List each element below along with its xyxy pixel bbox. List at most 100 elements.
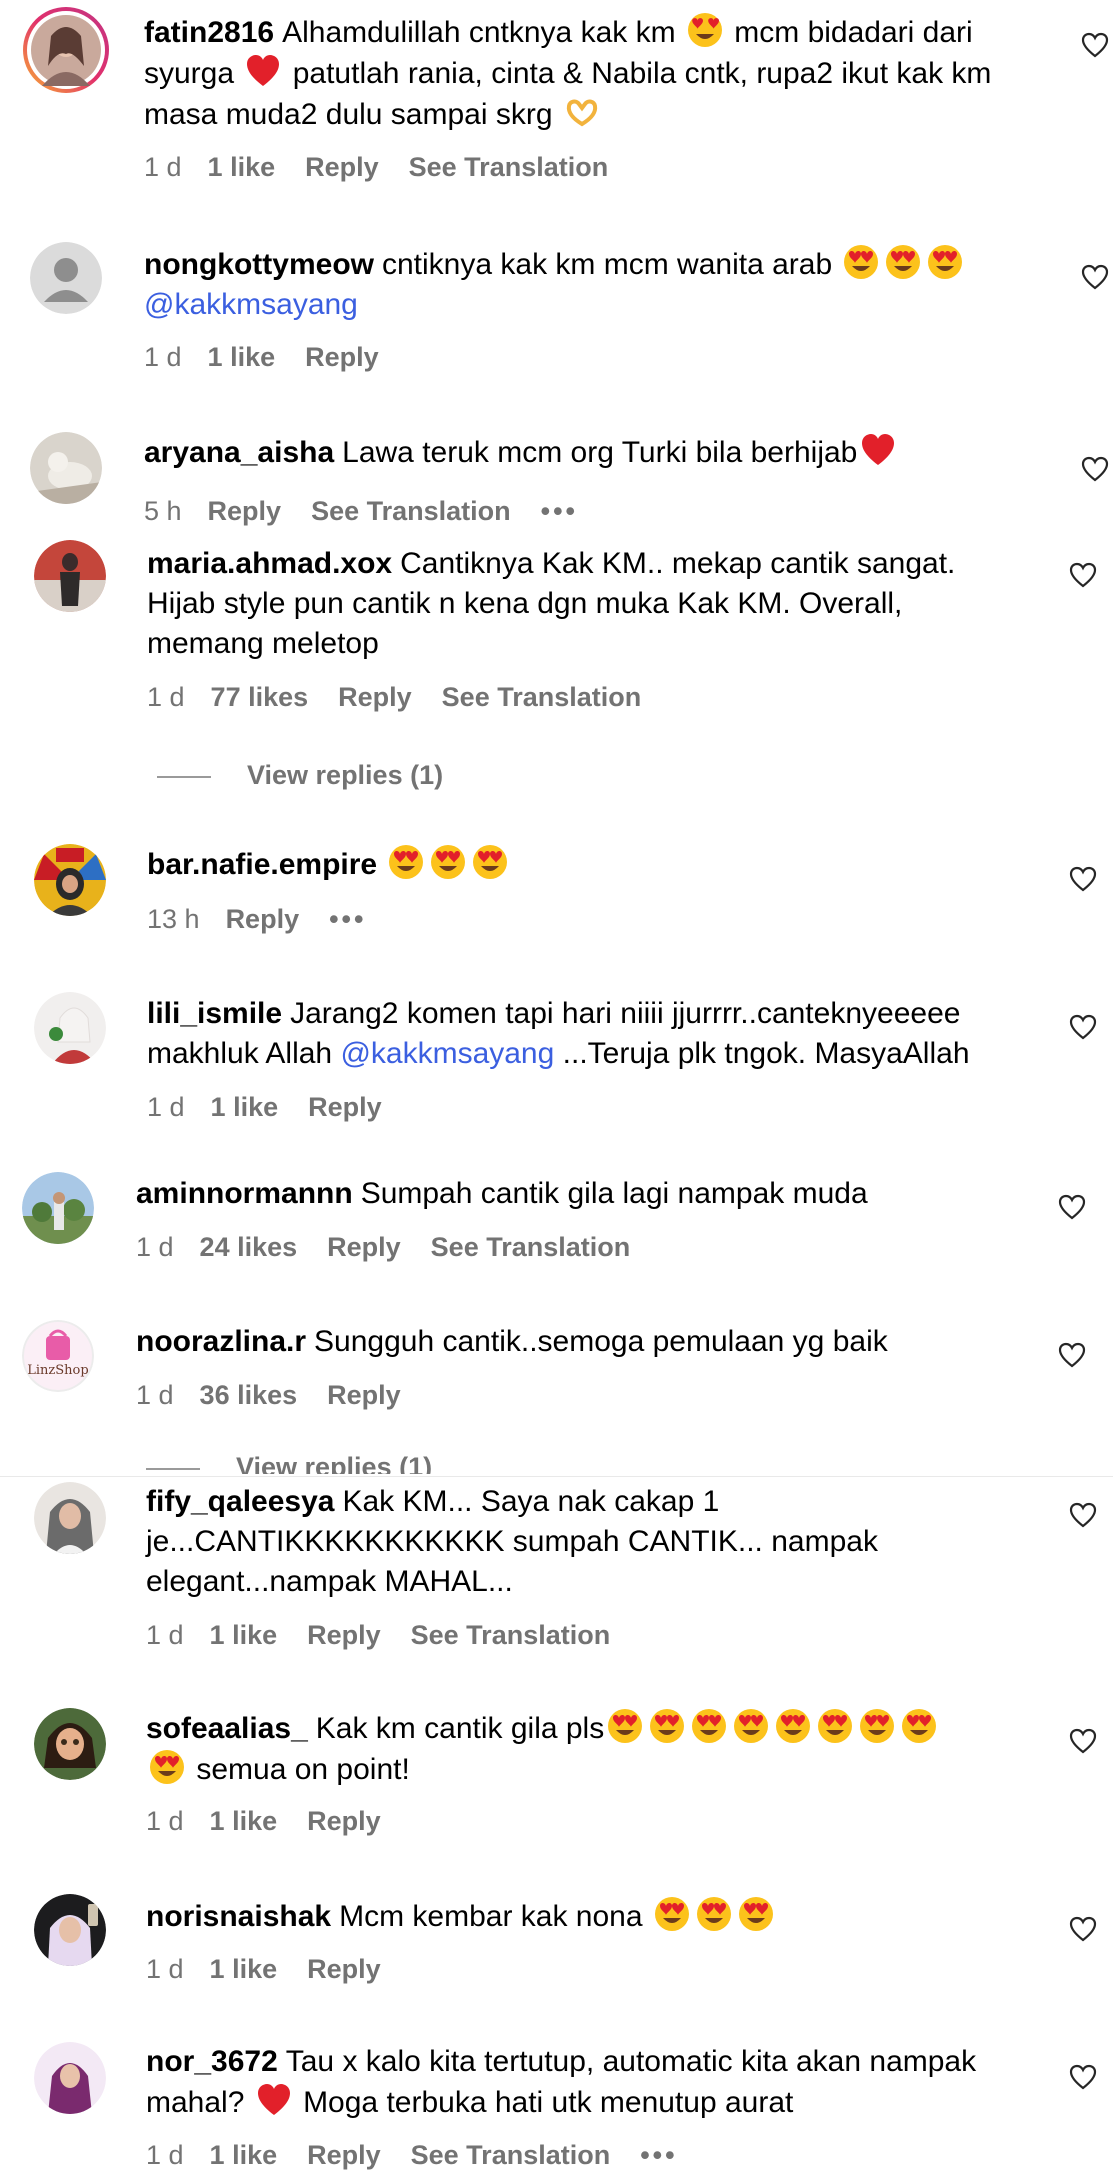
comment-username[interactable]: maria.ahmad.xox xyxy=(147,547,392,580)
avatar[interactable] xyxy=(34,992,106,1064)
comment-username[interactable]: nor_3672 xyxy=(146,2045,278,2078)
comment-body: Alhamdulillah cntknya kak km xyxy=(282,16,684,49)
heart-eyes-emoji xyxy=(607,1708,643,1744)
comment-username[interactable]: aryana_aisha xyxy=(144,436,334,469)
comment-text: lili_ismile Jarang2 komen tapi hari niiii… xyxy=(147,994,1047,1074)
comment-time: 1 d xyxy=(144,342,182,372)
heart-eyes-emoji xyxy=(859,1708,895,1744)
reply-button[interactable]: Reply xyxy=(307,1954,381,1984)
comment-username[interactable]: lili_ismile xyxy=(147,997,282,1030)
comment-username[interactable]: noorazlina.r xyxy=(136,1325,306,1358)
comment-username[interactable]: nongkottymeow xyxy=(144,248,374,281)
reply-button[interactable]: Reply xyxy=(327,1380,401,1410)
heart-eyes-emoji xyxy=(775,1708,811,1744)
view-replies-label[interactable]: View replies (1) xyxy=(236,1452,432,1474)
avatar[interactable] xyxy=(34,540,106,612)
like-heart-icon[interactable] xyxy=(1081,456,1109,482)
reply-button[interactable]: Reply xyxy=(307,2140,381,2170)
likes-count[interactable]: 1 like xyxy=(208,342,276,372)
reply-button[interactable]: Reply xyxy=(307,1806,381,1836)
avatar[interactable]: LinzShop xyxy=(22,1320,94,1392)
comment-username[interactable]: sofeaalias_ xyxy=(146,1712,308,1745)
likes-count[interactable]: 36 likes xyxy=(200,1380,298,1410)
comment-text: sofeaalias_ Kak km cantik gila pls semua … xyxy=(146,1708,1046,1790)
reply-button[interactable]: Reply xyxy=(308,1092,382,1122)
avatar[interactable] xyxy=(34,1894,106,1966)
reply-button[interactable]: Reply xyxy=(305,152,379,182)
comment-body: Lawa teruk mcm org Turki bila berhijab xyxy=(342,436,858,469)
mention-link[interactable]: @kakkmsayang xyxy=(144,288,358,321)
like-heart-icon[interactable] xyxy=(1069,2064,1097,2090)
avatar[interactable] xyxy=(30,242,102,314)
see-translation-button[interactable]: See Translation xyxy=(431,1232,631,1262)
like-heart-icon[interactable] xyxy=(1058,1194,1086,1220)
comment-time: 1 d xyxy=(146,2140,184,2170)
comment-time: 5 h xyxy=(144,496,182,526)
avatar[interactable] xyxy=(34,1482,106,1554)
heart-eyes-emoji xyxy=(817,1708,853,1744)
comment-meta: 5 h Reply See Translation ••• xyxy=(144,496,608,527)
view-replies-label[interactable]: View replies (1) xyxy=(247,760,443,790)
see-translation-button[interactable]: See Translation xyxy=(442,682,642,712)
like-heart-icon[interactable] xyxy=(1069,1014,1097,1040)
comment-text: noorazlina.r Sungguh cantik..semoga pemul… xyxy=(136,1322,1036,1362)
see-translation-button[interactable]: See Translation xyxy=(409,152,609,182)
reply-button[interactable]: Reply xyxy=(307,1620,381,1650)
like-heart-icon[interactable] xyxy=(1069,1502,1097,1528)
likes-count[interactable]: 1 like xyxy=(208,152,276,182)
reply-button[interactable]: Reply xyxy=(226,904,300,934)
comment-username[interactable]: fify_qaleesya xyxy=(146,1485,334,1518)
likes-count[interactable]: 1 like xyxy=(210,2140,278,2170)
heart-eyes-emoji xyxy=(691,1708,727,1744)
comment-text: norisnaishak Mcm kembar kak nona xyxy=(146,1896,1046,1937)
comment-meta: 1 d 77 likes Reply See Translation xyxy=(147,682,671,713)
like-heart-icon[interactable] xyxy=(1069,866,1097,892)
see-translation-button[interactable]: See Translation xyxy=(411,2140,611,2170)
comment-meta: 1 d 1 like Reply xyxy=(146,1954,411,1985)
likes-count[interactable]: 1 like xyxy=(210,1806,278,1836)
comment-text: bar.nafie.empire xyxy=(147,844,1027,885)
reply-button[interactable]: Reply xyxy=(305,342,379,372)
heart-eyes-emoji xyxy=(885,244,921,280)
avatar[interactable] xyxy=(22,1172,94,1244)
like-heart-icon[interactable] xyxy=(1081,264,1109,290)
more-options-icon[interactable]: ••• xyxy=(640,2140,677,2170)
see-translation-button[interactable]: See Translation xyxy=(311,496,511,526)
like-heart-icon[interactable] xyxy=(1058,1342,1086,1368)
comment-username[interactable]: bar.nafie.empire xyxy=(147,848,377,881)
avatar[interactable] xyxy=(30,432,102,504)
avatar-logo-text: LinzShop xyxy=(27,1363,88,1378)
like-heart-icon[interactable] xyxy=(1069,562,1097,588)
comment-username[interactable]: fatin2816 xyxy=(144,16,274,49)
like-heart-icon[interactable] xyxy=(1069,1916,1097,1942)
more-options-icon[interactable]: ••• xyxy=(329,904,366,934)
comment-meta: 1 d 36 likes Reply xyxy=(136,1380,431,1411)
mention-link[interactable]: @kakkmsayang xyxy=(340,1037,554,1070)
view-replies-button[interactable]: View replies (1) xyxy=(157,760,443,791)
likes-count[interactable]: 1 like xyxy=(210,1620,278,1650)
like-heart-icon[interactable] xyxy=(1069,1728,1097,1754)
more-options-icon[interactable]: ••• xyxy=(541,496,578,526)
heart-eyes-emoji xyxy=(649,1708,685,1744)
heart-eyes-emoji xyxy=(430,844,466,880)
avatar[interactable] xyxy=(34,2042,106,2114)
comment-text: nongkottymeow cntiknya kak km mcm wanita … xyxy=(144,244,1044,325)
avatar[interactable] xyxy=(34,844,106,916)
heart-eyes-emoji xyxy=(738,1896,774,1932)
likes-count[interactable]: 24 likes xyxy=(200,1232,298,1262)
avatar[interactable] xyxy=(34,1708,106,1780)
reply-button[interactable]: Reply xyxy=(327,1232,401,1262)
comment-username[interactable]: norisnaishak xyxy=(146,1900,331,1933)
likes-count[interactable]: 1 like xyxy=(210,1954,278,1984)
see-translation-button[interactable]: See Translation xyxy=(411,1620,611,1650)
comment-time: 1 d xyxy=(146,1954,184,1984)
like-heart-icon[interactable] xyxy=(1081,32,1109,58)
reply-button[interactable]: Reply xyxy=(208,496,282,526)
comment-text: fatin2816 Alhamdulillah cntknya kak km mc… xyxy=(144,12,1044,135)
reply-button[interactable]: Reply xyxy=(338,682,412,712)
comment-username[interactable]: aminnormannn xyxy=(136,1177,353,1210)
likes-count[interactable]: 1 like xyxy=(211,1092,279,1122)
likes-count[interactable]: 77 likes xyxy=(211,682,309,712)
avatar[interactable] xyxy=(22,6,110,94)
view-replies-button[interactable]: View replies (1) xyxy=(146,1452,432,1474)
